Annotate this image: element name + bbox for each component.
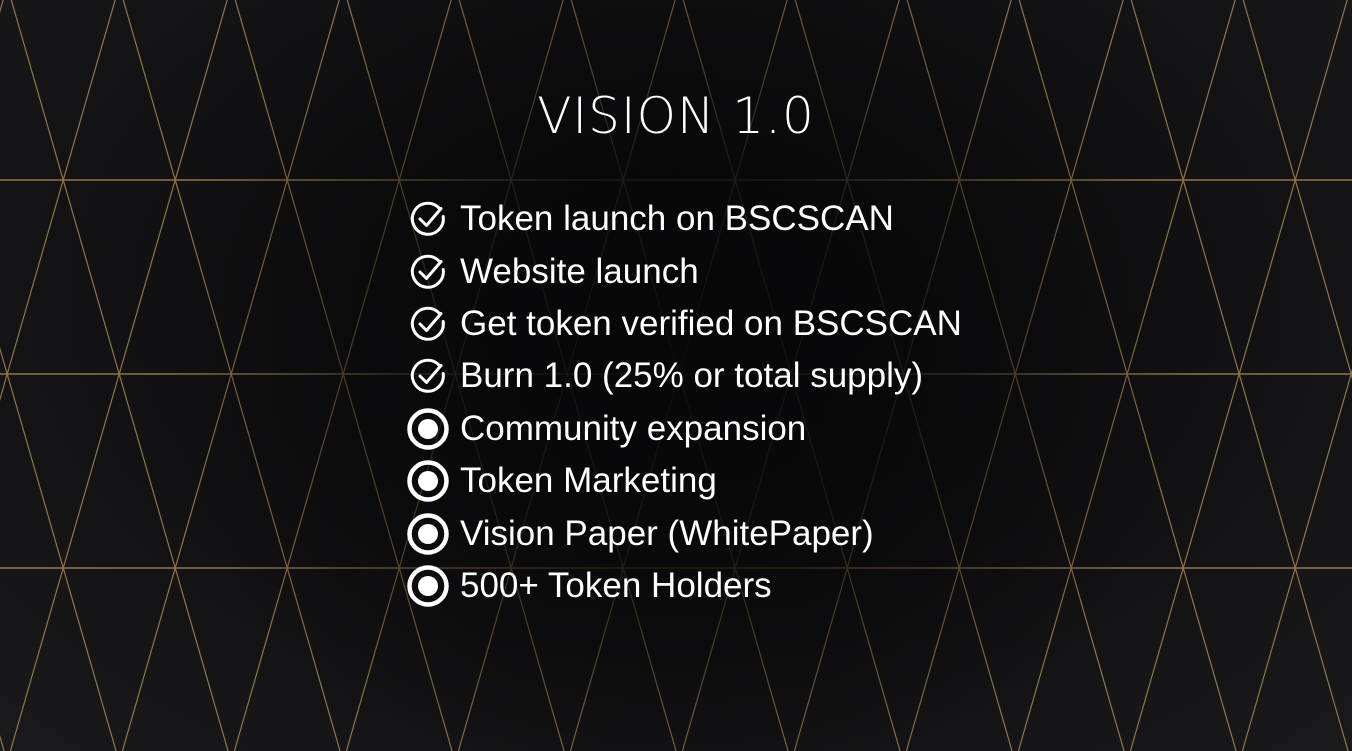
check-circle-icon [406,302,450,346]
radio-circle-icon [406,512,450,556]
slide-title: VISION 1.0 [537,87,815,145]
roadmap-item-label: Token launch on BSCSCAN [460,199,894,239]
roadmap-item: Token launch on BSCSCAN [406,193,962,245]
roadmap-item: 500+ Token Holders [406,560,962,612]
roadmap-item-label: Get token verified on BSCSCAN [460,303,962,343]
check-circle-icon [406,250,450,294]
roadmap-item: Token Marketing [406,455,962,507]
roadmap-list: Token launch on BSCSCAN Website launch G… [406,193,962,612]
roadmap-item: Burn 1.0 (25% or total supply) [406,350,962,402]
radio-circle-icon [406,459,450,503]
roadmap-item-label: Burn 1.0 (25% or total supply) [460,356,924,396]
roadmap-item: Website launch [406,245,962,297]
radio-circle-icon [406,407,450,451]
radio-circle-icon [406,564,450,608]
check-circle-icon [406,197,450,241]
roadmap-item-label: Token Marketing [460,461,717,501]
roadmap-item-label: Community expansion [460,408,807,448]
roadmap-item: Community expansion [406,403,962,455]
roadmap-item: Vision Paper (WhitePaper) [406,507,962,559]
roadmap-item-label: Vision Paper (WhitePaper) [460,513,874,553]
roadmap-item: Get token verified on BSCSCAN [406,298,962,350]
roadmap-item-label: Website launch [460,251,699,291]
roadmap-item-label: 500+ Token Holders [460,565,772,605]
check-circle-icon [406,354,450,398]
slide: VISION 1.0 Token launch on BSCSCAN Websi… [0,0,1352,751]
